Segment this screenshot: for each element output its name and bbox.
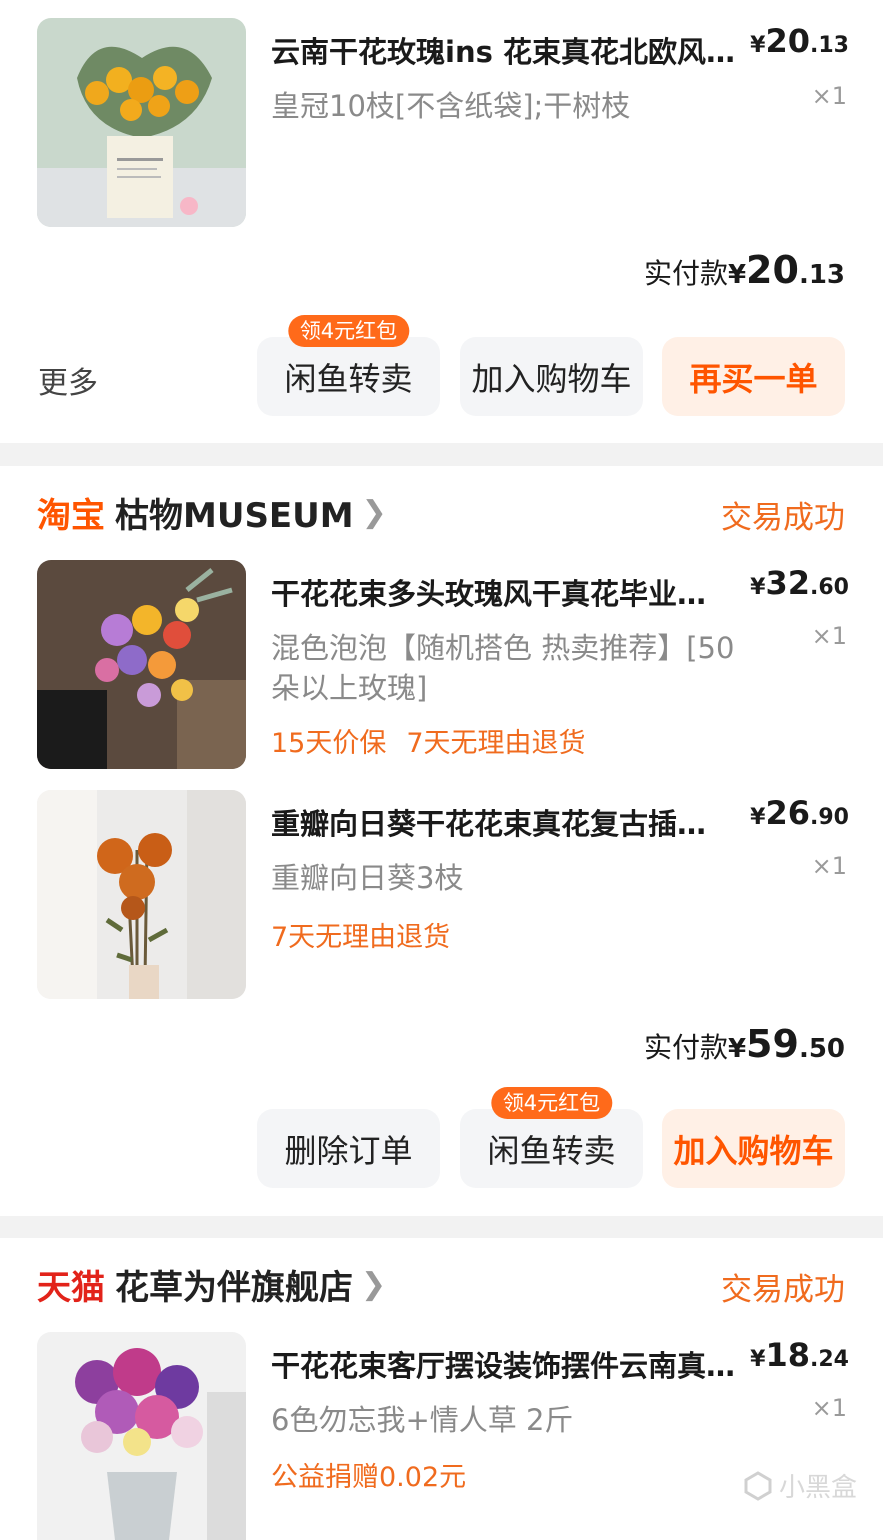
product-price: ¥20.13 [750,22,849,60]
service-tags: 公益捐赠0.02元 [271,1458,466,1498]
service-tag: 7天无理由退货 [271,922,451,953]
product-quantity: ×1 [811,82,847,110]
product-price: ¥18.24 [750,1336,849,1374]
paid-amount: 实付款¥59.50 [643,1022,845,1066]
product-title[interactable]: 云南干花玫瑰ins 花束真花北欧风… [271,32,751,72]
add-to-cart-button[interactable]: 加入购物车 [662,1109,845,1188]
product-price: ¥26.90 [750,794,849,832]
order-status: 交易成功 [721,500,845,536]
product-title[interactable]: 干花花束客厅摆设装饰摆件云南真… [271,1346,756,1386]
order-card-2: 淘宝 枯物MUSEUM ❯ 交易成功 干花花束多头玫瑰风干真花毕业… ¥32.6… [0,466,883,1216]
heybox-logo-icon [744,1470,772,1501]
product-image-forget-me-not[interactable] [37,1332,246,1540]
shop-header[interactable]: 淘宝 枯物MUSEUM ❯ [37,488,387,537]
shop-header[interactable]: 天猫 花草为伴旗舰店 ❯ [37,1260,386,1309]
product-sku: 6色勿忘我+情人草 2斤 [271,1403,574,1437]
product-image-sunflower[interactable] [37,790,246,999]
shop-name: 花草为伴旗舰店 [115,1268,353,1308]
tmall-logo: 天猫 [37,1268,105,1308]
taobao-logo: 淘宝 [37,496,105,536]
red-packet-badge: 领4元红包 [490,1087,613,1119]
order-card-3: 天猫 花草为伴旗舰店 ❯ 交易成功 干花花束客厅摆设装饰摆件云南真… ¥18.2… [0,1238,883,1540]
service-tags: 7天无理由退货 [271,918,450,958]
red-packet-badge: 领4元红包 [287,315,410,347]
add-to-cart-button[interactable]: 加入购物车 [460,337,643,416]
service-tag: 7天无理由退货 [406,728,586,759]
shop-name: 枯物MUSEUM [115,496,354,536]
watermark: 小黑盒 [743,1467,857,1504]
product-quantity: ×1 [811,622,847,650]
product-quantity: ×1 [811,1394,847,1422]
product-title[interactable]: 干花花束多头玫瑰风干真花毕业… [271,574,731,614]
more-button[interactable]: 更多 [38,358,98,402]
paid-amount: 实付款¥20.13 [643,248,845,292]
service-tag: 15天价保 [271,728,387,759]
product-price: ¥32.60 [750,564,849,602]
product-sku: 皇冠10枝[不含纸袋];干树枝 [271,89,631,123]
service-tags: 15天价保 7天无理由退货 [271,724,586,764]
product-sku: 重瓣向日葵3枝 [271,861,464,895]
order-status: 交易成功 [721,1272,845,1308]
product-title[interactable]: 重瓣向日葵干花花束真花复古插… [271,804,731,844]
service-tag: 公益捐赠0.02元 [271,1462,467,1493]
chevron-right-icon: ❯ [361,495,387,530]
product-image-roses[interactable] [37,18,246,227]
order-card-1: 云南干花玫瑰ins 花束真花北欧风… ¥20.13 皇冠10枝[不含纸袋];干树… [0,0,883,443]
resell-button[interactable]: 领4元红包 闲鱼转卖 [460,1087,643,1188]
buy-again-button[interactable]: 再买一单 [662,337,845,416]
product-sku: 混色泡泡【随机搭色 热卖推荐】[50朵以上玫瑰] [271,631,735,705]
chevron-right-icon: ❯ [361,1267,387,1302]
product-quantity: ×1 [811,852,847,880]
product-image-bouquet[interactable] [37,560,246,769]
delete-order-button[interactable]: 删除订单 [257,1109,440,1188]
resell-button[interactable]: 领4元红包 闲鱼转卖 [257,315,440,416]
